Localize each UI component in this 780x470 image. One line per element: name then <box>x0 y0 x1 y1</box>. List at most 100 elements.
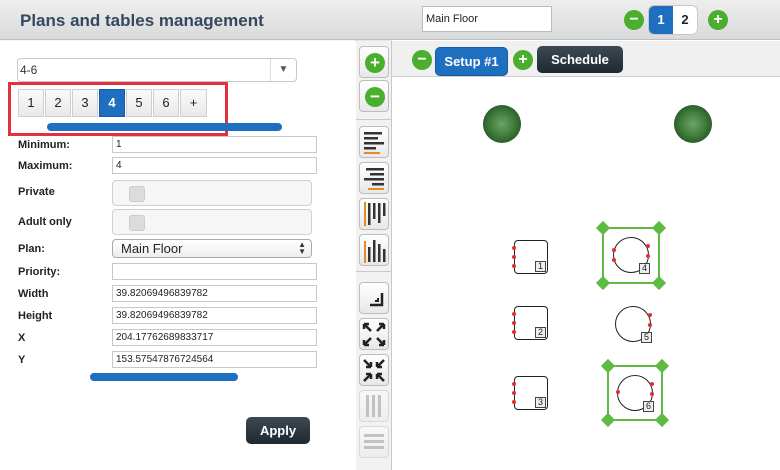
x-input[interactable]: 204.17762689833717 <box>112 329 317 346</box>
resize-corner-button[interactable] <box>359 282 389 314</box>
distribute-vertical-button[interactable] <box>359 390 389 422</box>
remove-setup-button[interactable]: − <box>412 50 432 70</box>
chair-marker <box>512 321 516 325</box>
table-2[interactable]: 2 <box>512 306 548 340</box>
chair-marker <box>650 382 654 386</box>
schedule-button[interactable]: Schedule <box>537 46 623 73</box>
plan-label: Plan: <box>18 243 45 255</box>
capacity-tab-6[interactable]: 6 <box>153 89 179 117</box>
remove-floor-button[interactable]: − <box>624 10 644 30</box>
x-label: X <box>18 332 26 344</box>
align-top-icon <box>364 202 386 226</box>
remove-table-button[interactable]: − <box>359 80 389 112</box>
apply-button[interactable]: Apply <box>246 417 310 444</box>
table-4[interactable]: 4 <box>612 237 650 274</box>
resize-corner-icon <box>370 293 384 307</box>
width-label: Width <box>18 288 49 300</box>
setup-bar: − Setup #1 + Schedule <box>392 41 780 77</box>
chair-marker <box>512 382 516 386</box>
chair-marker <box>650 392 654 396</box>
resize-handle[interactable] <box>651 275 667 291</box>
chair-marker <box>512 312 516 316</box>
floor-name-input[interactable]: Main Floor <box>422 6 552 32</box>
chair-marker <box>616 390 620 394</box>
chair-marker <box>512 246 516 250</box>
chair-marker <box>512 255 516 259</box>
table-6[interactable]: 6 <box>616 375 654 412</box>
align-top-button[interactable] <box>359 198 389 230</box>
height-input[interactable]: 39.82069496839782 <box>112 307 317 324</box>
floor-plan-canvas[interactable]: 1 2 3 4 5 6 <box>392 78 780 470</box>
table-number: 6 <box>643 401 654 412</box>
floor-tab-2[interactable]: 2 <box>673 6 697 34</box>
align-right-icon <box>364 168 384 190</box>
add-table-button[interactable]: + <box>359 46 389 78</box>
chair-marker <box>512 391 516 395</box>
resize-handle[interactable] <box>600 358 616 374</box>
private-toggle[interactable] <box>112 180 312 206</box>
plan-select[interactable]: Main Floor ▲ ▼ <box>112 239 312 258</box>
minus-icon: − <box>365 87 385 107</box>
toolbar-divider <box>356 271 392 272</box>
table-number: 4 <box>639 263 650 274</box>
tabs-scrollbar[interactable] <box>47 123 282 131</box>
adult-only-toggle[interactable] <box>112 209 312 235</box>
plant-icon[interactable] <box>483 105 521 143</box>
table-number: 1 <box>535 261 546 272</box>
align-bottom-icon <box>364 240 386 263</box>
resize-handle[interactable] <box>600 412 616 428</box>
toolbar-divider <box>356 119 392 120</box>
align-left-button[interactable] <box>359 126 389 158</box>
height-label: Height <box>18 310 53 322</box>
floor-plan-panel: Main Floor − 1 2 + − Setup #1 + Schedule… <box>392 0 780 470</box>
width-input[interactable]: 39.82069496839782 <box>112 285 317 302</box>
distribute-vertical-icon <box>366 395 381 417</box>
capacity-tab-2[interactable]: 2 <box>45 89 71 117</box>
expand-button[interactable] <box>359 318 389 350</box>
collapse-button[interactable] <box>359 354 389 386</box>
add-capacity-tab-button[interactable]: + <box>180 89 207 117</box>
capacity-tab-1[interactable]: 1 <box>18 89 44 117</box>
floor-tab-1[interactable]: 1 <box>649 6 673 34</box>
setup-tab[interactable]: Setup #1 <box>435 47 508 76</box>
minimum-input[interactable]: 1 <box>112 136 317 153</box>
updown-arrows-icon: ▲ ▼ <box>298 240 306 256</box>
expand-icon <box>362 322 386 347</box>
resize-handle[interactable] <box>654 412 670 428</box>
table-3[interactable]: 3 <box>512 376 548 410</box>
chair-marker <box>646 244 650 248</box>
table-number: 3 <box>535 397 546 408</box>
collapse-icon <box>363 359 385 382</box>
capacity-tab-4[interactable]: 4 <box>99 89 125 117</box>
chair-marker <box>612 248 616 252</box>
table-number: 2 <box>535 327 546 338</box>
align-bottom-button[interactable] <box>359 234 389 266</box>
form-scrollbar[interactable] <box>90 373 238 381</box>
layout-toolbar: + − <box>356 41 392 470</box>
chair-marker <box>512 264 516 268</box>
priority-input[interactable] <box>112 263 317 280</box>
resize-handle[interactable] <box>654 358 670 374</box>
distribute-horizontal-button[interactable] <box>359 426 389 458</box>
adult-only-label: Adult only <box>18 216 72 228</box>
resize-handle[interactable] <box>651 220 667 236</box>
panel-header: Plans and tables management <box>0 0 392 40</box>
capacity-tab-5[interactable]: 5 <box>126 89 152 117</box>
maximum-input[interactable]: 4 <box>112 157 317 174</box>
chair-marker <box>648 313 652 317</box>
table-1[interactable]: 1 <box>512 240 548 274</box>
y-input[interactable]: 153.57547876724564 <box>112 351 317 368</box>
add-setup-button[interactable]: + <box>513 50 533 70</box>
resize-handle[interactable] <box>595 220 611 236</box>
chair-marker <box>512 400 516 404</box>
add-floor-button[interactable]: + <box>708 10 728 30</box>
capacity-tab-3[interactable]: 3 <box>72 89 98 117</box>
distribute-horizontal-icon <box>364 434 384 449</box>
resize-handle[interactable] <box>595 275 611 291</box>
capacity-range-select[interactable]: 4-6 ▼ <box>17 58 297 82</box>
table-5[interactable]: 5 <box>615 306 652 343</box>
plant-icon[interactable] <box>674 105 712 143</box>
align-right-button[interactable] <box>359 162 389 194</box>
plans-tables-panel: 4-6 ▼ 1 2 3 4 5 6 + Minimum: 1 Maximum: … <box>0 0 356 470</box>
chair-marker <box>648 323 652 327</box>
